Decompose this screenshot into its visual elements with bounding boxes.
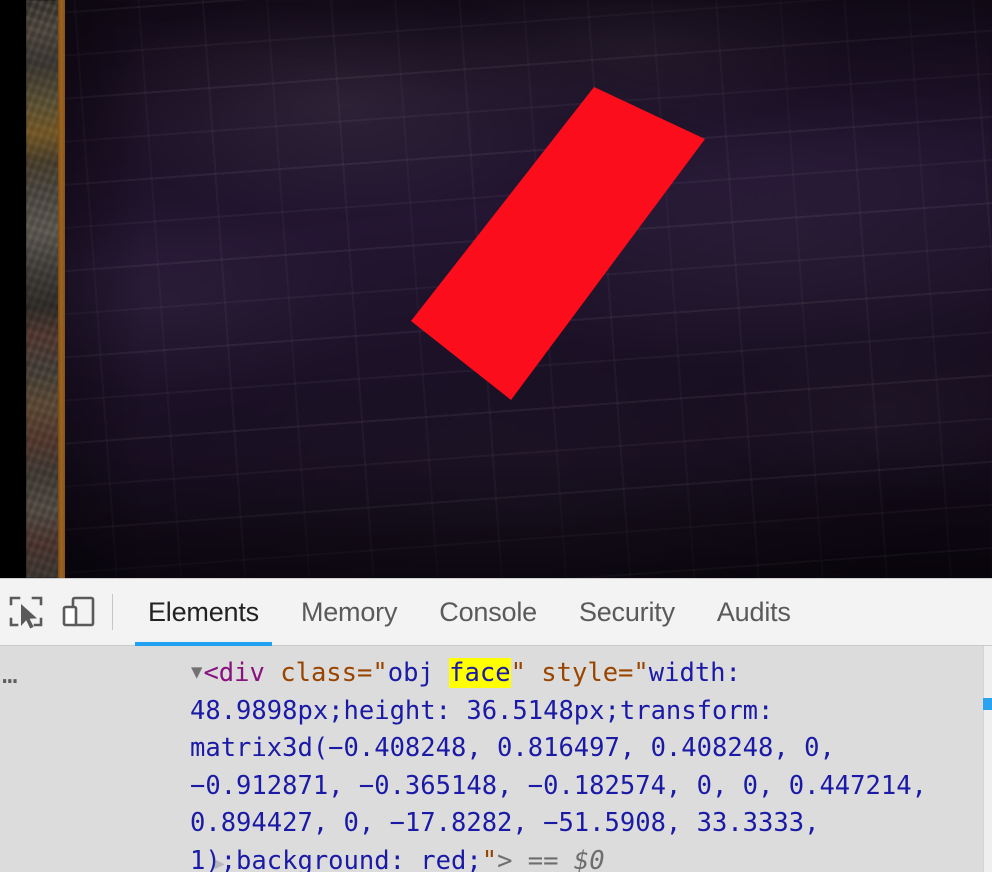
collapsed-nodes-ellipsis[interactable]: … bbox=[0, 656, 190, 694]
toolbar-divider bbox=[112, 594, 113, 630]
device-toolbar-icon[interactable] bbox=[52, 586, 104, 638]
stone-texture-strip bbox=[26, 0, 59, 578]
tab-memory[interactable]: Memory bbox=[280, 579, 418, 646]
attr-class-name: class bbox=[280, 658, 357, 688]
attr-style-name: style bbox=[541, 658, 619, 688]
dom-node-markup[interactable]: ▼<div class="obj face" style="width: 48.… bbox=[190, 654, 978, 872]
tab-elements[interactable]: Elements bbox=[127, 579, 280, 646]
tab-memory-label: Memory bbox=[300, 596, 398, 627]
tab-audits[interactable]: Audits bbox=[696, 579, 812, 646]
devtools-inspector-screen: Elements Memory Console Security Audits … bbox=[0, 0, 992, 872]
dom-tree-panel[interactable]: … ▼<div class="obj face" style="width: 4… bbox=[0, 646, 992, 872]
scroll-position-marker[interactable] bbox=[983, 698, 992, 710]
console-ref-badge: == $0 bbox=[527, 845, 605, 872]
left-letterbox bbox=[0, 0, 26, 578]
tab-console[interactable]: Console bbox=[418, 579, 558, 646]
brick-wall-background bbox=[63, 0, 992, 578]
wall-vignette bbox=[63, 0, 992, 578]
node-tag-open: <div bbox=[203, 658, 265, 688]
inspect-element-icon[interactable] bbox=[0, 586, 52, 638]
class-value-prefix: obj bbox=[387, 658, 450, 688]
tab-security-label: Security bbox=[578, 596, 675, 627]
class-value-highlight: face bbox=[449, 658, 511, 688]
next-node-partial: ▸ bbox=[212, 848, 228, 872]
attr-class-eq: =" bbox=[357, 658, 388, 688]
devtools-panel: Elements Memory Console Security Audits … bbox=[0, 578, 992, 872]
devtools-toolbar: Elements Memory Console Security Audits bbox=[0, 579, 992, 646]
node-tag-close: > bbox=[497, 845, 513, 872]
dom-tree-scroll-gutter[interactable] bbox=[983, 646, 992, 872]
attr-style-eq: =" bbox=[618, 658, 649, 688]
devtools-tabs: Elements Memory Console Security Audits bbox=[127, 579, 812, 646]
tab-elements-label: Elements bbox=[148, 596, 259, 627]
game-viewport[interactable] bbox=[0, 0, 992, 578]
class-close-quote: " bbox=[510, 658, 526, 688]
tab-security[interactable]: Security bbox=[558, 579, 696, 646]
style-value: width: 48.9898px;height: 36.5148px;trans… bbox=[190, 658, 943, 872]
tab-console-label: Console bbox=[439, 596, 537, 627]
amber-edge-line bbox=[58, 0, 65, 578]
style-close-quote: " bbox=[481, 845, 498, 872]
expand-triangle-icon[interactable]: ▼ bbox=[191, 654, 202, 692]
tab-audits-label: Audits bbox=[716, 596, 791, 627]
